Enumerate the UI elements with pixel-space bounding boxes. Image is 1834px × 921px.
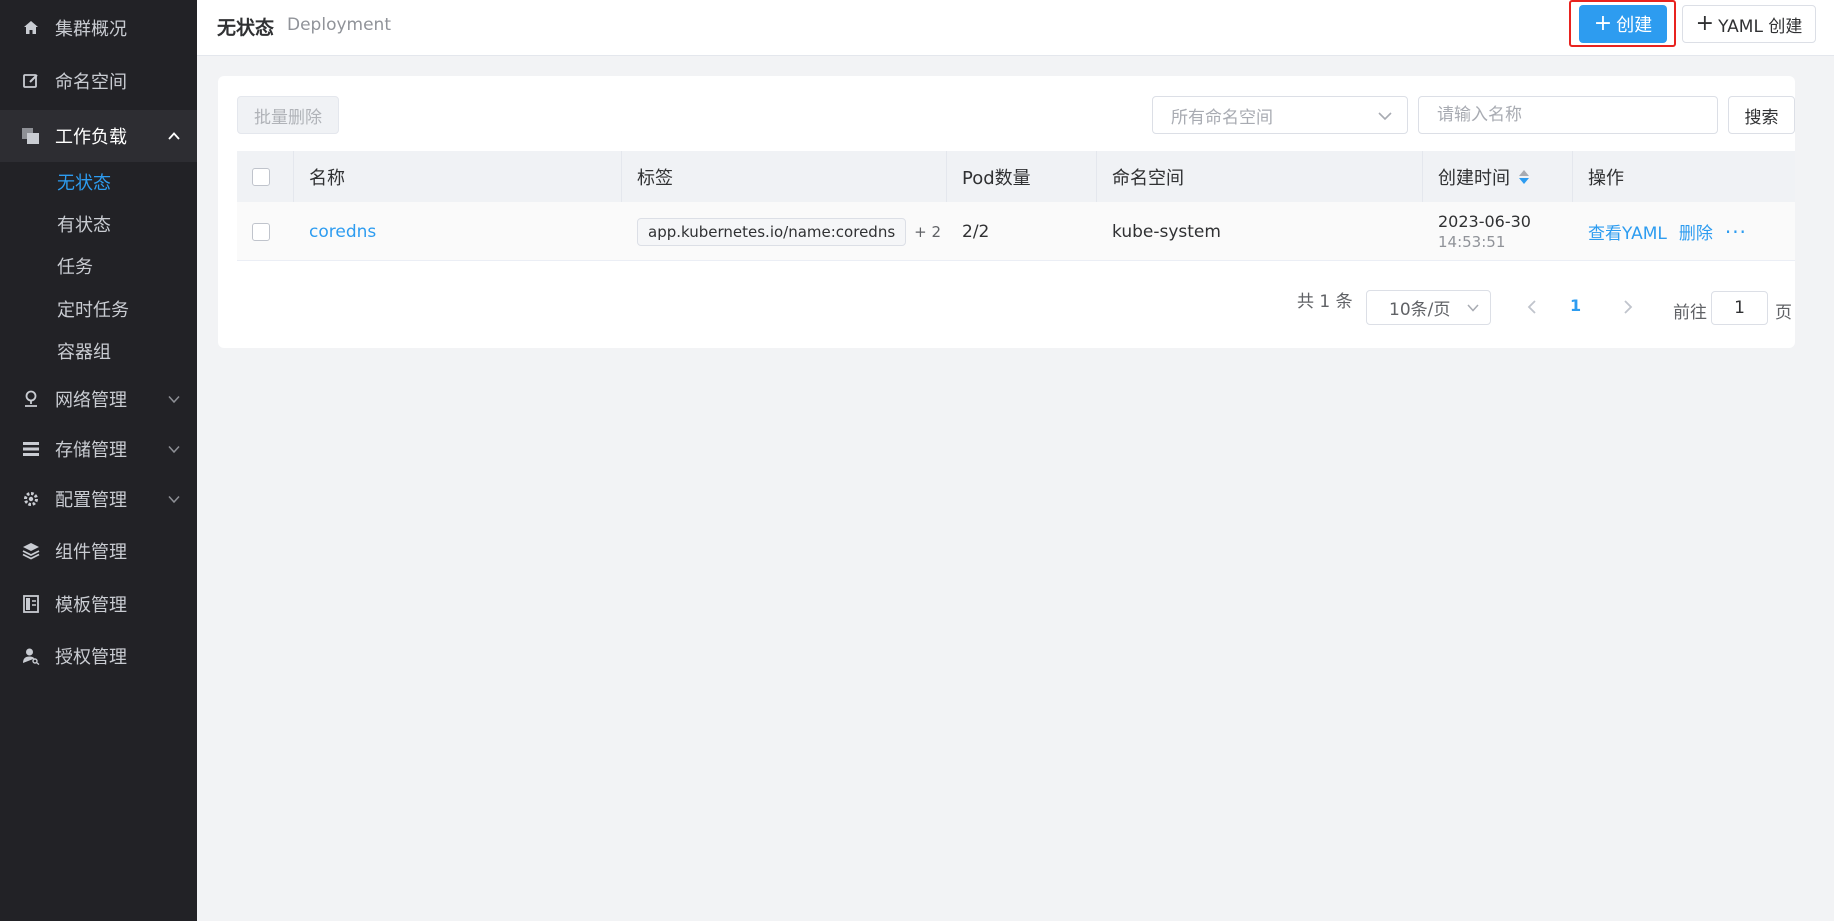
sidebar-item-network[interactable]: 网络管理 xyxy=(0,375,197,423)
row-select-cell xyxy=(237,202,294,261)
chevron-down-icon xyxy=(168,495,180,504)
sidebar-item-label: 模板管理 xyxy=(55,595,127,616)
sidebar-item-template[interactable]: 模板管理 xyxy=(0,580,197,628)
user-key-icon xyxy=(21,646,41,666)
pods-cell: 2/2 xyxy=(962,221,990,242)
chevron-left-icon xyxy=(1527,300,1536,314)
page-size-select[interactable]: 10条/页 xyxy=(1366,290,1491,325)
layers-icon xyxy=(21,126,41,146)
edit-icon xyxy=(21,71,41,91)
chevron-down-icon xyxy=(168,395,180,404)
page-number-current[interactable]: 1 xyxy=(1570,296,1581,315)
namespace-cell: kube-system xyxy=(1112,221,1221,242)
chevron-up-icon xyxy=(168,132,180,140)
sidebar-item-auth[interactable]: 授权管理 xyxy=(0,632,197,680)
sidebar-item-storage[interactable]: 存储管理 xyxy=(0,425,197,473)
sidebar-subitem-pod[interactable]: 容器组 xyxy=(0,331,197,371)
namespace-select[interactable]: 所有命名空间 xyxy=(1152,96,1408,134)
yaml-create-button[interactable]: + YAML 创建 xyxy=(1682,5,1816,43)
name-cell: coredns xyxy=(294,202,622,261)
create-button[interactable]: + 创建 xyxy=(1579,5,1667,43)
sidebar-item-label: 配置管理 xyxy=(55,490,127,511)
sidebar-item-label: 存储管理 xyxy=(55,440,127,461)
row-checkbox[interactable] xyxy=(252,222,270,241)
sidebar-item-cluster-overview[interactable]: 集群概况 xyxy=(0,4,197,52)
plus-icon: + xyxy=(1695,11,1715,36)
sidebar-subitem-job[interactable]: 任务 xyxy=(0,246,197,286)
chevron-down-icon xyxy=(168,445,180,454)
template-icon xyxy=(21,594,41,614)
sidebar-subitem-deployment[interactable]: 无状态 xyxy=(0,162,197,202)
table-row: coredns app.kubernetes.io/name:coredns +… xyxy=(237,202,1795,261)
column-header-namespace: 命名空间 xyxy=(1097,151,1423,202)
prev-page-button[interactable] xyxy=(1520,294,1544,320)
pagination-total: 共 1 条 xyxy=(1297,292,1353,312)
select-all-cell xyxy=(237,151,294,202)
sort-icon[interactable] xyxy=(1518,168,1530,186)
next-page-button[interactable] xyxy=(1616,294,1640,320)
chevron-right-icon xyxy=(1624,300,1633,314)
created-time: 14:53:51 xyxy=(1438,233,1506,251)
labels-cell: app.kubernetes.io/name:coredns + 2 xyxy=(622,202,947,261)
more-actions-icon[interactable]: ··· xyxy=(1725,222,1747,242)
table-header: 名称 标签 Pod数量 命名空间 创建时间 操作 xyxy=(237,151,1795,202)
deployment-name-link[interactable]: coredns xyxy=(309,222,376,242)
more-labels-count[interactable]: + 2 xyxy=(914,223,941,241)
storage-icon xyxy=(21,439,41,459)
column-header-labels: 标签 xyxy=(622,151,947,202)
created-cell: 2023-06-30 14:53:51 xyxy=(1423,202,1573,261)
sidebar: 集群概况 命名空间 工作负载 无状态 有状态 任务 定时任务 容器组 网络管理 xyxy=(0,0,197,921)
sidebar-item-namespace[interactable]: 命名空间 xyxy=(0,57,197,105)
sidebar-item-label: 授权管理 xyxy=(55,647,127,668)
name-search-input[interactable] xyxy=(1418,96,1718,134)
page-header: 无状态 Deployment + 创建 + YAML 创建 xyxy=(197,0,1834,56)
created-date: 2023-06-30 xyxy=(1438,212,1531,231)
sidebar-item-label: 网络管理 xyxy=(55,390,127,411)
page-jump-input[interactable] xyxy=(1711,291,1768,325)
network-icon xyxy=(21,389,41,409)
home-icon xyxy=(21,18,41,38)
actions-cell: 查看YAML 删除 ··· xyxy=(1573,202,1795,261)
sidebar-item-label: 命名空间 xyxy=(55,72,127,93)
batch-delete-button[interactable]: 批量删除 xyxy=(237,96,339,134)
delete-link[interactable]: 删除 xyxy=(1679,219,1713,244)
label-tag: app.kubernetes.io/name:coredns xyxy=(637,217,907,246)
plus-icon: + xyxy=(1593,11,1613,36)
chevron-down-icon xyxy=(1378,112,1392,121)
search-button[interactable]: 搜索 xyxy=(1728,96,1795,134)
page-title: 无状态 xyxy=(217,17,275,39)
chevron-down-icon xyxy=(1467,304,1479,312)
pagination-goto-label: 前往 xyxy=(1673,303,1707,323)
stack-icon xyxy=(21,541,41,561)
column-header-name: 名称 xyxy=(294,151,622,202)
sidebar-item-label: 集群概况 xyxy=(55,19,127,40)
column-header-actions: 操作 xyxy=(1588,167,1624,189)
select-all-checkbox[interactable] xyxy=(252,167,270,186)
page-subtitle: Deployment xyxy=(287,15,391,35)
sidebar-item-label: 组件管理 xyxy=(55,542,127,563)
sidebar-item-label: 工作负载 xyxy=(55,127,127,148)
sidebar-item-config[interactable]: 配置管理 xyxy=(0,475,197,523)
column-header-created[interactable]: 创建时间 xyxy=(1423,151,1573,202)
sidebar-item-workload[interactable]: 工作负载 xyxy=(0,110,197,162)
gear-icon xyxy=(21,489,41,509)
deployment-list-card: 批量删除 所有命名空间 搜索 名称 标签 Pod数量 命名空间 创建时间 操作 … xyxy=(218,76,1795,348)
sidebar-item-component[interactable]: 组件管理 xyxy=(0,527,197,575)
sidebar-subitem-cronjob[interactable]: 定时任务 xyxy=(0,289,197,329)
column-header-pods: Pod数量 xyxy=(947,151,1097,202)
pagination-page-suffix: 页 xyxy=(1775,303,1792,323)
sidebar-subitem-statefulset[interactable]: 有状态 xyxy=(0,204,197,244)
view-yaml-link[interactable]: 查看YAML xyxy=(1588,219,1667,244)
